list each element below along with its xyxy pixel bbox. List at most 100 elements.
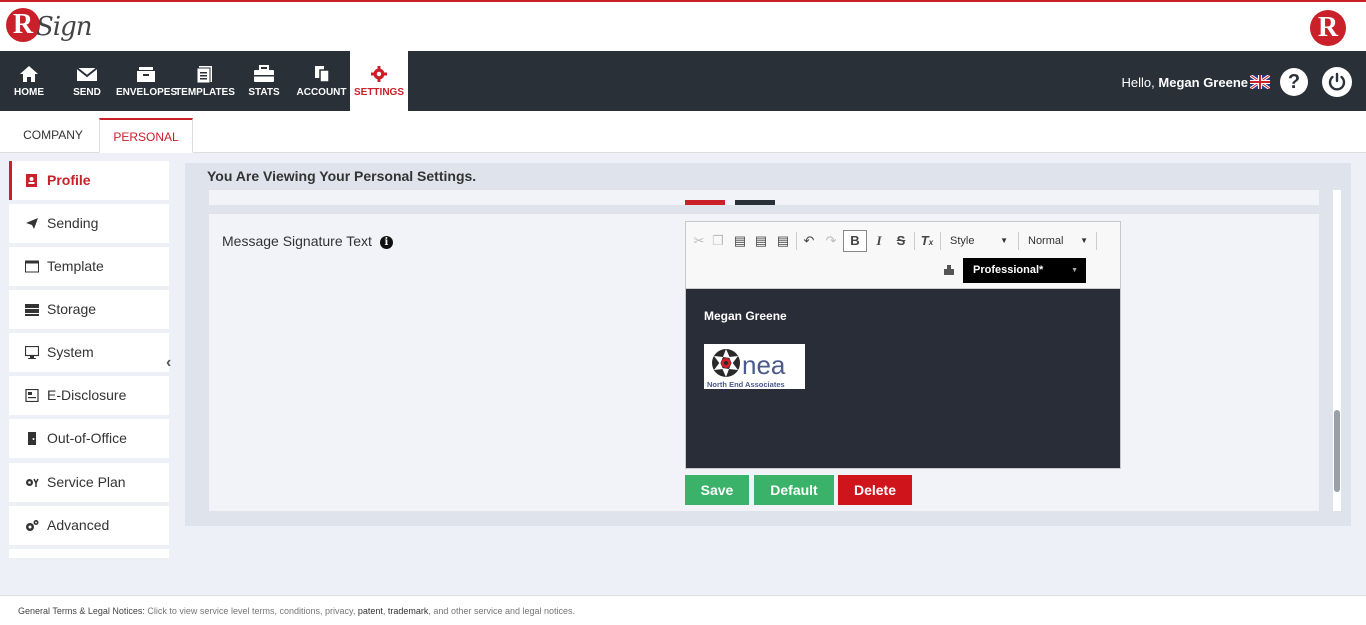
- footer-text[interactable]: Click to view service level terms, condi…: [147, 606, 355, 616]
- format-dropdown[interactable]: Normal ▼: [1028, 231, 1092, 251]
- logout-button[interactable]: [1322, 67, 1352, 97]
- panel-scrollbar[interactable]: [1333, 190, 1341, 511]
- settings-main-panel: You Are Viewing Your Personal Settings. …: [185, 163, 1351, 526]
- main-navbar: HOME SEND ENVELOPES TEMPLATES STATS ACCO…: [0, 51, 1366, 111]
- page-title: You Are Viewing Your Personal Settings.: [207, 168, 477, 184]
- signature-name: Megan Greene: [704, 309, 787, 323]
- sidebar-item-system[interactable]: System: [9, 333, 169, 372]
- nav-stats[interactable]: STATS: [235, 51, 293, 111]
- delete-button[interactable]: Delete: [838, 475, 912, 505]
- top-header: R Sign R: [0, 0, 1366, 51]
- monitor-icon: [25, 346, 39, 359]
- sidebar-collapse-button[interactable]: ‹: [166, 354, 178, 371]
- sidebar-item-service-plan[interactable]: Service Plan: [9, 463, 169, 502]
- nav-label: TEMPLATES: [175, 87, 235, 98]
- save-button[interactable]: Save: [685, 475, 749, 505]
- nav-label: ENVELOPES: [116, 87, 178, 98]
- copy-icon[interactable]: ❐: [709, 232, 727, 250]
- sidebar-item-out-of-office[interactable]: Out-of-Office: [9, 419, 169, 458]
- bold-button[interactable]: B: [843, 230, 867, 252]
- sidebar-item-label: Service Plan: [47, 474, 126, 490]
- document-icon: [25, 389, 39, 402]
- sidebar-item-storage[interactable]: Storage: [9, 290, 169, 329]
- sidebar-item-label: Storage: [47, 301, 97, 317]
- trademark-link[interactable]: trademark: [388, 606, 429, 616]
- sidebar-item-template[interactable]: Template: [9, 247, 169, 286]
- service-plan-icon: [26, 478, 39, 487]
- logo-text: Sign: [36, 12, 93, 42]
- toolbar-separator: [940, 232, 941, 250]
- footer-label[interactable]: General Terms & Legal Notices:: [18, 606, 145, 616]
- rsign-logo[interactable]: R Sign: [6, 6, 93, 50]
- settings-sidebar: Profile Sending Template Storage System …: [9, 161, 169, 558]
- sidebar-item-label: Sending: [47, 215, 99, 231]
- message-signature-label: Message Signature Text: [222, 233, 372, 249]
- field-label: Message Signature Text i: [222, 233, 393, 249]
- nav-account[interactable]: ACCOUNT: [293, 51, 350, 111]
- info-icon[interactable]: i: [379, 236, 393, 249]
- inbox-icon: [136, 67, 155, 82]
- briefcase-icon: [254, 65, 274, 82]
- tab-personal[interactable]: PERSONAL: [99, 118, 193, 153]
- patent-link[interactable]: patent: [358, 606, 383, 616]
- logo-subtext: North End Associates: [707, 380, 785, 389]
- paste-icon[interactable]: ▤: [731, 232, 749, 250]
- paste-text-icon[interactable]: ▤: [752, 232, 770, 250]
- remove-format-icon[interactable]: Tx: [918, 232, 936, 250]
- settings-subtabs: COMPANY PERSONAL: [0, 111, 1366, 153]
- style-dropdown[interactable]: Style ▼: [950, 231, 1012, 251]
- editor-toolbar: ✂ ❐ ▤ ▤ ▤ ↶ ↷ B I S Tx Style ▼ Normal ▼ …: [686, 222, 1120, 289]
- tab-company[interactable]: COMPANY: [9, 118, 97, 153]
- toolbar-separator: [1096, 232, 1097, 250]
- scrollbar-thumb[interactable]: [1334, 410, 1340, 492]
- greeting-prefix: Hello,: [1121, 75, 1155, 90]
- nav-settings[interactable]: SETTINGS: [350, 51, 408, 111]
- default-button[interactable]: Default: [754, 475, 834, 505]
- nav-send[interactable]: SEND: [58, 51, 116, 111]
- sidebar-item-label: Out-of-Office: [47, 430, 127, 446]
- templates-icon: [196, 66, 212, 83]
- logo-wordmark: nea: [742, 350, 786, 380]
- toolbar-separator: [1018, 232, 1019, 250]
- undo-icon[interactable]: ↶: [800, 232, 818, 250]
- format-dropdown-label: Normal: [1028, 235, 1064, 247]
- help-button[interactable]: ?: [1280, 68, 1308, 96]
- stamp-icon[interactable]: [943, 264, 955, 276]
- window-icon: [25, 260, 39, 273]
- nav-label: HOME: [14, 87, 44, 98]
- uk-flag-icon[interactable]: [1250, 75, 1270, 89]
- nav-label: SEND: [73, 87, 101, 98]
- sidebar-item-label: Advanced: [47, 517, 110, 533]
- signature-editor: ✂ ❐ ▤ ▤ ▤ ↶ ↷ B I S Tx Style ▼ Normal ▼ …: [685, 221, 1121, 469]
- sidebar-item-e-disclosure[interactable]: E-Disclosure: [9, 376, 169, 415]
- signature-section: Message Signature Text i ✂ ❐ ▤ ▤ ▤ ↶ ↷ B…: [209, 214, 1319, 511]
- storage-icon: [25, 304, 39, 316]
- account-icon: [314, 66, 330, 83]
- logo-letter: R: [6, 8, 40, 42]
- nav-envelopes[interactable]: ENVELOPES: [116, 51, 178, 111]
- style-dropdown-label: Style: [950, 235, 975, 247]
- nav-templates[interactable]: TEMPLATES: [175, 51, 235, 111]
- chevron-down-icon: ▼: [1080, 236, 1088, 245]
- sidebar-item-sending[interactable]: Sending: [9, 204, 169, 243]
- signature-font-select[interactable]: Professional* ▼: [963, 258, 1086, 283]
- footer-text-end[interactable]: , and other service and legal notices.: [428, 606, 575, 616]
- sidebar-item-more: [9, 549, 169, 558]
- sidebar-item-label: E-Disclosure: [47, 387, 127, 403]
- italic-button[interactable]: I: [870, 232, 888, 250]
- sidebar-item-profile[interactable]: Profile: [9, 161, 169, 200]
- signature-content-area[interactable]: Megan Greene nea North End Associates: [686, 289, 1120, 468]
- cut-icon[interactable]: ✂: [690, 232, 708, 250]
- power-icon: [1328, 72, 1346, 91]
- strikethrough-button[interactable]: S: [892, 232, 910, 250]
- door-icon: [28, 432, 36, 445]
- gears-icon: [26, 520, 39, 531]
- nav-home[interactable]: HOME: [0, 51, 58, 111]
- nea-logo: nea North End Associates: [704, 349, 805, 389]
- footer: General Terms & Legal Notices: Click to …: [0, 595, 1366, 625]
- chevron-down-icon: ▼: [1071, 267, 1078, 274]
- redo-icon[interactable]: ↷: [822, 232, 840, 250]
- sidebar-item-label: System: [47, 344, 94, 360]
- sidebar-item-advanced[interactable]: Advanced: [9, 506, 169, 545]
- paste-word-icon[interactable]: ▤: [774, 232, 792, 250]
